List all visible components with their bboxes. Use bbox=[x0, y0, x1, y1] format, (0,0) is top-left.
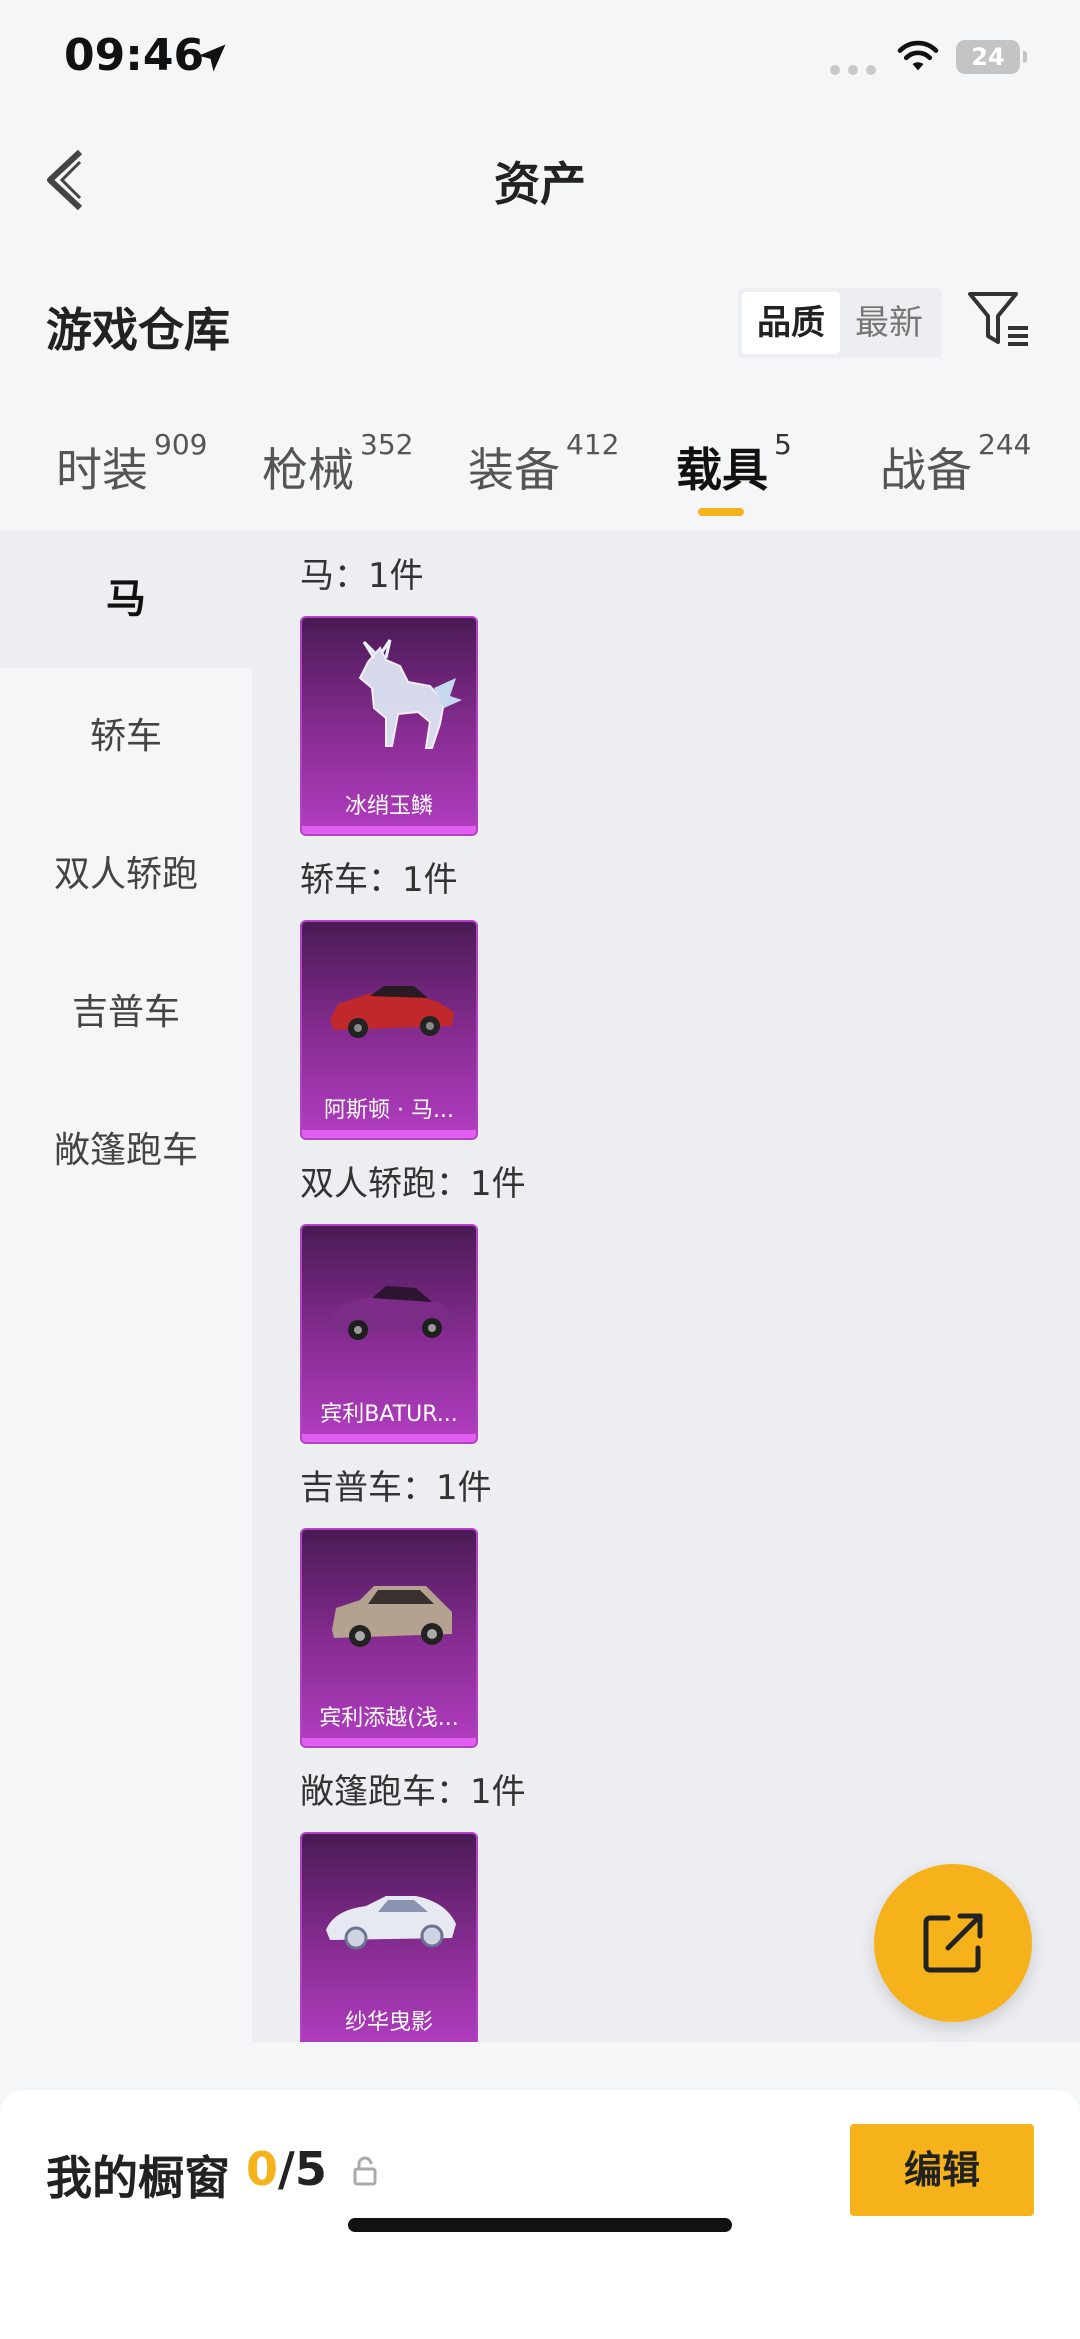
group-jeep: 吉普车：1件 宾利添越(浅... bbox=[300, 1460, 492, 1748]
showcase-bar: 我的橱窗 0/5 编辑 bbox=[0, 2090, 1080, 2339]
purple-coupe-icon bbox=[328, 1286, 456, 1340]
item-name: 宾利BATUR... bbox=[320, 1402, 458, 1427]
group-horse: 马：1件 冰绡玉鳞 bbox=[300, 548, 478, 836]
warehouse-title: 游戏仓库 bbox=[46, 303, 230, 357]
item-name: 纱华曳影 bbox=[344, 2010, 433, 2035]
edit-button[interactable]: 编辑 bbox=[850, 2124, 1034, 2216]
signal-icon bbox=[830, 60, 884, 79]
sidebar-item-sedan[interactable]: 轿车 bbox=[0, 668, 252, 806]
vehicle-type-sidebar: 马 轿车 双人轿跑 吉普车 敞篷跑车 bbox=[0, 530, 252, 2042]
item-card[interactable]: 阿斯顿 · 马... bbox=[300, 920, 478, 1140]
suv-icon bbox=[332, 1586, 452, 1647]
sort-quality-button[interactable]: 品质 bbox=[742, 292, 840, 354]
page-title: 资产 bbox=[494, 157, 586, 211]
group-title: 敞篷跑车：1件 bbox=[300, 1772, 526, 1812]
home-indicator bbox=[348, 2218, 732, 2232]
red-sports-car-icon bbox=[330, 986, 454, 1038]
share-button[interactable] bbox=[874, 1864, 1032, 2022]
item-name: 宾利添越(浅... bbox=[319, 1706, 459, 1731]
group-title: 吉普车：1件 bbox=[300, 1468, 492, 1508]
item-name: 冰绡玉鳞 bbox=[344, 794, 433, 819]
lock-icon bbox=[353, 2156, 377, 2186]
filter-icon[interactable] bbox=[966, 290, 1032, 352]
item-name: 阿斯顿 · 马... bbox=[324, 1098, 454, 1123]
sidebar-item-horse[interactable]: 马 bbox=[0, 530, 252, 668]
sort-toggle: 品质 最新 bbox=[738, 288, 942, 358]
tab-weapons[interactable]: 枪械 352 bbox=[262, 428, 413, 500]
sidebar-item-convertible[interactable]: 敞篷跑车 bbox=[0, 1082, 252, 1220]
item-card[interactable]: 冰绡玉鳞 bbox=[300, 616, 478, 836]
tab-supplies[interactable]: 战备 244 bbox=[880, 428, 1031, 500]
sort-newest-button[interactable]: 最新 bbox=[840, 292, 938, 354]
showcase-label: 我的橱窗 bbox=[46, 2151, 230, 2205]
white-convertible-icon bbox=[326, 1896, 456, 1950]
wifi-icon bbox=[897, 40, 939, 71]
location-arrow-icon bbox=[198, 44, 226, 72]
group-title: 双人轿跑：1件 bbox=[300, 1164, 526, 1204]
tab-active-indicator bbox=[698, 508, 744, 516]
group-title: 马：1件 bbox=[300, 556, 424, 596]
ice-horse-icon bbox=[358, 639, 462, 749]
share-icon bbox=[923, 1913, 983, 1973]
tab-vehicles[interactable]: 载具 5 bbox=[676, 428, 792, 500]
group-sedan: 轿车：1件 阿斯顿 · 马... bbox=[300, 852, 478, 1140]
status-bar: 09:46 24 bbox=[0, 0, 1080, 120]
group-coupe: 双人轿跑：1件 宾利BATUR... bbox=[300, 1156, 526, 1444]
group-convertible: 敞篷跑车：1件 纱华曳影 bbox=[300, 1764, 526, 2042]
category-tabs: 时装 909 枪械 352 装备 412 载具 5 战备 244 bbox=[0, 420, 1080, 530]
item-card[interactable]: 纱华曳影 bbox=[300, 1832, 478, 2042]
item-card[interactable]: 宾利BATUR... bbox=[300, 1224, 478, 1444]
tab-fashion[interactable]: 时装 909 bbox=[56, 428, 207, 500]
status-time: 09:46 bbox=[64, 30, 205, 81]
sidebar-item-jeep[interactable]: 吉普车 bbox=[0, 944, 252, 1082]
showcase-count: 0/5 bbox=[246, 2142, 327, 2196]
battery-indicator: 24 bbox=[956, 40, 1027, 74]
tab-equipment[interactable]: 装备 412 bbox=[468, 428, 619, 500]
item-card[interactable]: 宾利添越(浅... bbox=[300, 1528, 478, 1748]
sidebar-item-coupe[interactable]: 双人轿跑 bbox=[0, 806, 252, 944]
group-title: 轿车：1件 bbox=[300, 860, 458, 900]
vehicle-list: 马：1件 冰绡玉鳞 轿车：1件 阿斯顿 · 马... 双人轿跑：1件 宾利BAT… bbox=[252, 530, 1080, 2042]
